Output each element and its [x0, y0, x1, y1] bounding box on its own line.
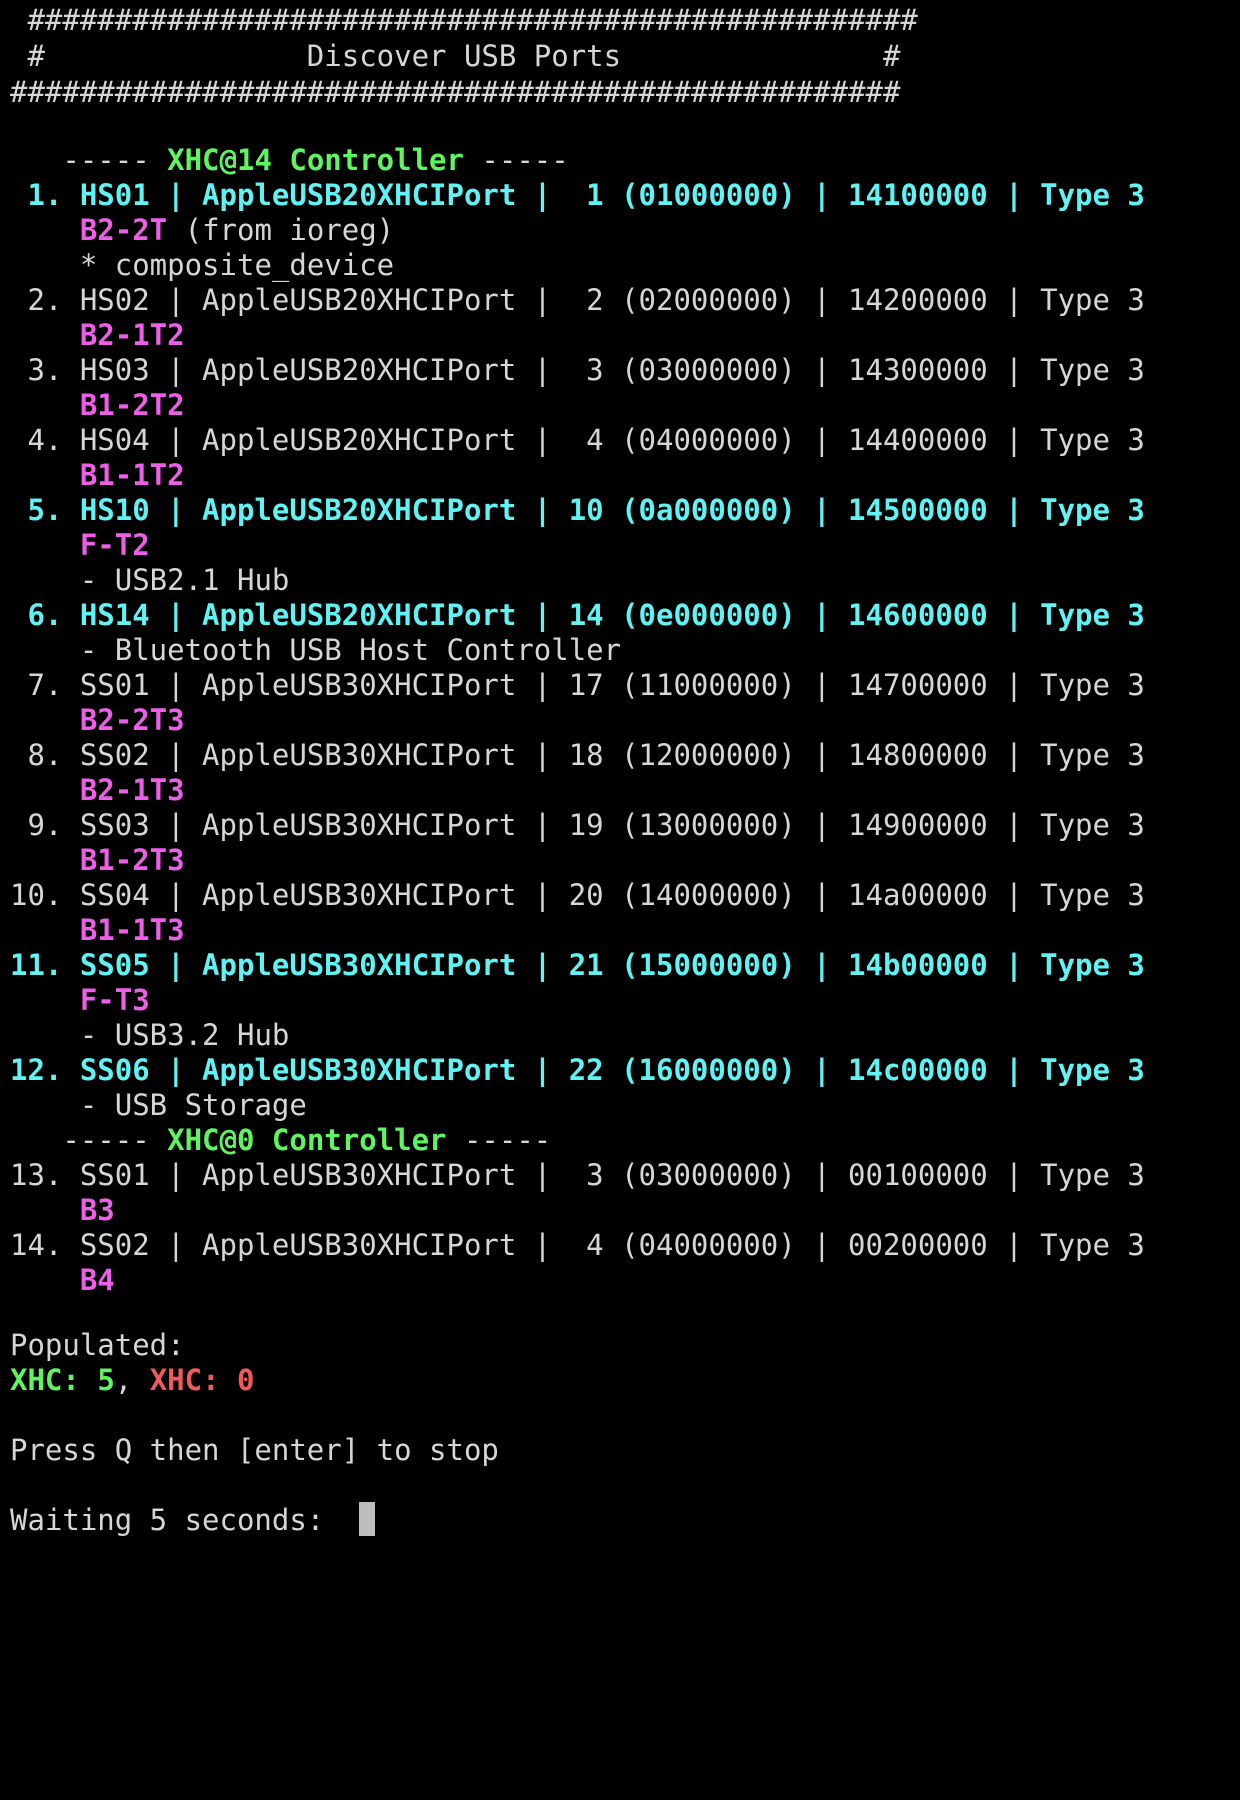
port-alias-row-4: B1-1T2: [10, 455, 185, 495]
port-device: - USB Storage: [79, 1088, 307, 1122]
populated-label: Populated:: [10, 1328, 185, 1362]
waiting-row[interactable]: Waiting 5 seconds:: [10, 1500, 376, 1540]
port-alias: F-T3: [79, 983, 150, 1017]
port-device-row-5: - USB2.1 Hub: [10, 560, 290, 600]
port-alias-row-7: B2-2T3: [10, 700, 185, 740]
port-row-1: 1. HS01 | AppleUSB20XHCIPort | 1 (010000…: [10, 178, 1145, 212]
populated-xhc0-name: XHC:: [149, 1363, 220, 1397]
port-row-4: 4. HS04 | AppleUSB20XHCIPort | 4 (040000…: [10, 423, 1145, 457]
populated-xhc0-count: 0: [237, 1363, 255, 1397]
port-alias-suffix: (from ioreg): [167, 213, 395, 247]
port-row-5: 5. HS10 | AppleUSB20XHCIPort | 10 (0a000…: [10, 493, 1145, 527]
populated-separator: ,: [114, 1363, 133, 1397]
port-alias-row-1: B2-2T (from ioreg): [10, 210, 394, 250]
port-alias: B1-1T3: [79, 913, 185, 947]
port-device-row-6: - Bluetooth USB Host Controller: [10, 630, 621, 670]
port-row-12: 12. SS06 | AppleUSB30XHCIPort | 22 (1600…: [10, 1053, 1145, 1087]
stop-prompt: Press Q then [enter] to stop: [10, 1433, 499, 1467]
port-alias-row-10: B1-1T3: [10, 910, 185, 950]
port-alias-row-2: B2-1T2: [10, 315, 185, 355]
port-alias: B2-1T2: [79, 318, 185, 352]
port-row-13: 13. SS01 | AppleUSB30XHCIPort | 3 (03000…: [10, 1158, 1145, 1192]
port-row-6: 6. HS14 | AppleUSB20XHCIPort | 14 (0e000…: [10, 598, 1145, 632]
port-alias: B1-1T2: [79, 458, 185, 492]
port-row-2: 2. HS02 | AppleUSB20XHCIPort | 2 (020000…: [10, 283, 1145, 317]
port-alias-row-14: B4: [10, 1260, 115, 1300]
port-device: - USB2.1 Hub: [79, 563, 290, 597]
controller-header-xhc0: ----- XHC@0 Controller -----: [10, 1120, 551, 1160]
port-alias-row-5: F-T2: [10, 525, 150, 565]
controller-label: XHC@14 Controller: [167, 143, 464, 177]
port-row-8: 8. SS02 | AppleUSB30XHCIPort | 18 (12000…: [10, 738, 1145, 772]
port-device: * composite_device: [79, 248, 395, 282]
port-alias-row-11: F-T3: [10, 980, 150, 1020]
port-device-row-1: * composite_device: [10, 245, 394, 285]
waiting-text: Waiting 5 seconds:: [10, 1503, 360, 1537]
populated-xhc14-name: XHC:: [10, 1363, 80, 1397]
port-alias: B2-1T3: [79, 773, 185, 807]
port-row-14: 14. SS02 | AppleUSB30XHCIPort | 4 (04000…: [10, 1228, 1145, 1262]
controller-label: XHC@0 Controller: [167, 1123, 447, 1157]
title-border-bottom: ########################################…: [10, 75, 901, 109]
port-alias: B1-2T2: [79, 388, 185, 422]
port-alias: B2-2T3: [79, 703, 185, 737]
cursor-block[interactable]: [359, 1502, 376, 1536]
port-row-7: 7. SS01 | AppleUSB30XHCIPort | 17 (11000…: [10, 668, 1145, 702]
port-alias: B4: [79, 1263, 115, 1297]
controller-dashes: -----: [10, 143, 168, 177]
port-device: - USB3.2 Hub: [79, 1018, 290, 1052]
port-row-9: 9. SS03 | AppleUSB30XHCIPort | 19 (13000…: [10, 808, 1145, 842]
port-alias: B3: [79, 1193, 115, 1227]
port-device: - Bluetooth USB Host Controller: [79, 633, 622, 667]
controller-dashes: -----: [446, 1123, 552, 1157]
port-alias-row-3: B1-2T2: [10, 385, 185, 425]
port-row-10: 10. SS04 | AppleUSB30XHCIPort | 20 (1400…: [10, 878, 1145, 912]
port-device-row-11: - USB3.2 Hub: [10, 1015, 290, 1055]
populated-xhc14-count: 5: [97, 1363, 115, 1397]
port-row-3: 3. HS03 | AppleUSB20XHCIPort | 3 (030000…: [10, 353, 1145, 387]
port-alias-row-8: B2-1T3: [10, 770, 185, 810]
title-border-top: ########################################…: [10, 3, 918, 37]
port-alias: B1-2T3: [79, 843, 185, 877]
populated-summary: XHC: 5, XHC: 0: [10, 1360, 255, 1400]
port-alias: B2-2T: [79, 213, 168, 247]
title-text: # Discover USB Ports #: [10, 39, 901, 73]
terminal-window: ########################################…: [0, 0, 1240, 1800]
port-alias-row-13: B3: [10, 1190, 115, 1230]
controller-header-xhc14: ----- XHC@14 Controller -----: [10, 140, 569, 180]
port-row-11: 11. SS05 | AppleUSB30XHCIPort | 21 (1500…: [10, 948, 1145, 982]
controller-dashes: -----: [463, 143, 569, 177]
controller-dashes: -----: [10, 1123, 168, 1157]
port-alias: F-T2: [79, 528, 150, 562]
port-device-row-12: - USB Storage: [10, 1085, 307, 1125]
port-alias-row-9: B1-2T3: [10, 840, 185, 880]
